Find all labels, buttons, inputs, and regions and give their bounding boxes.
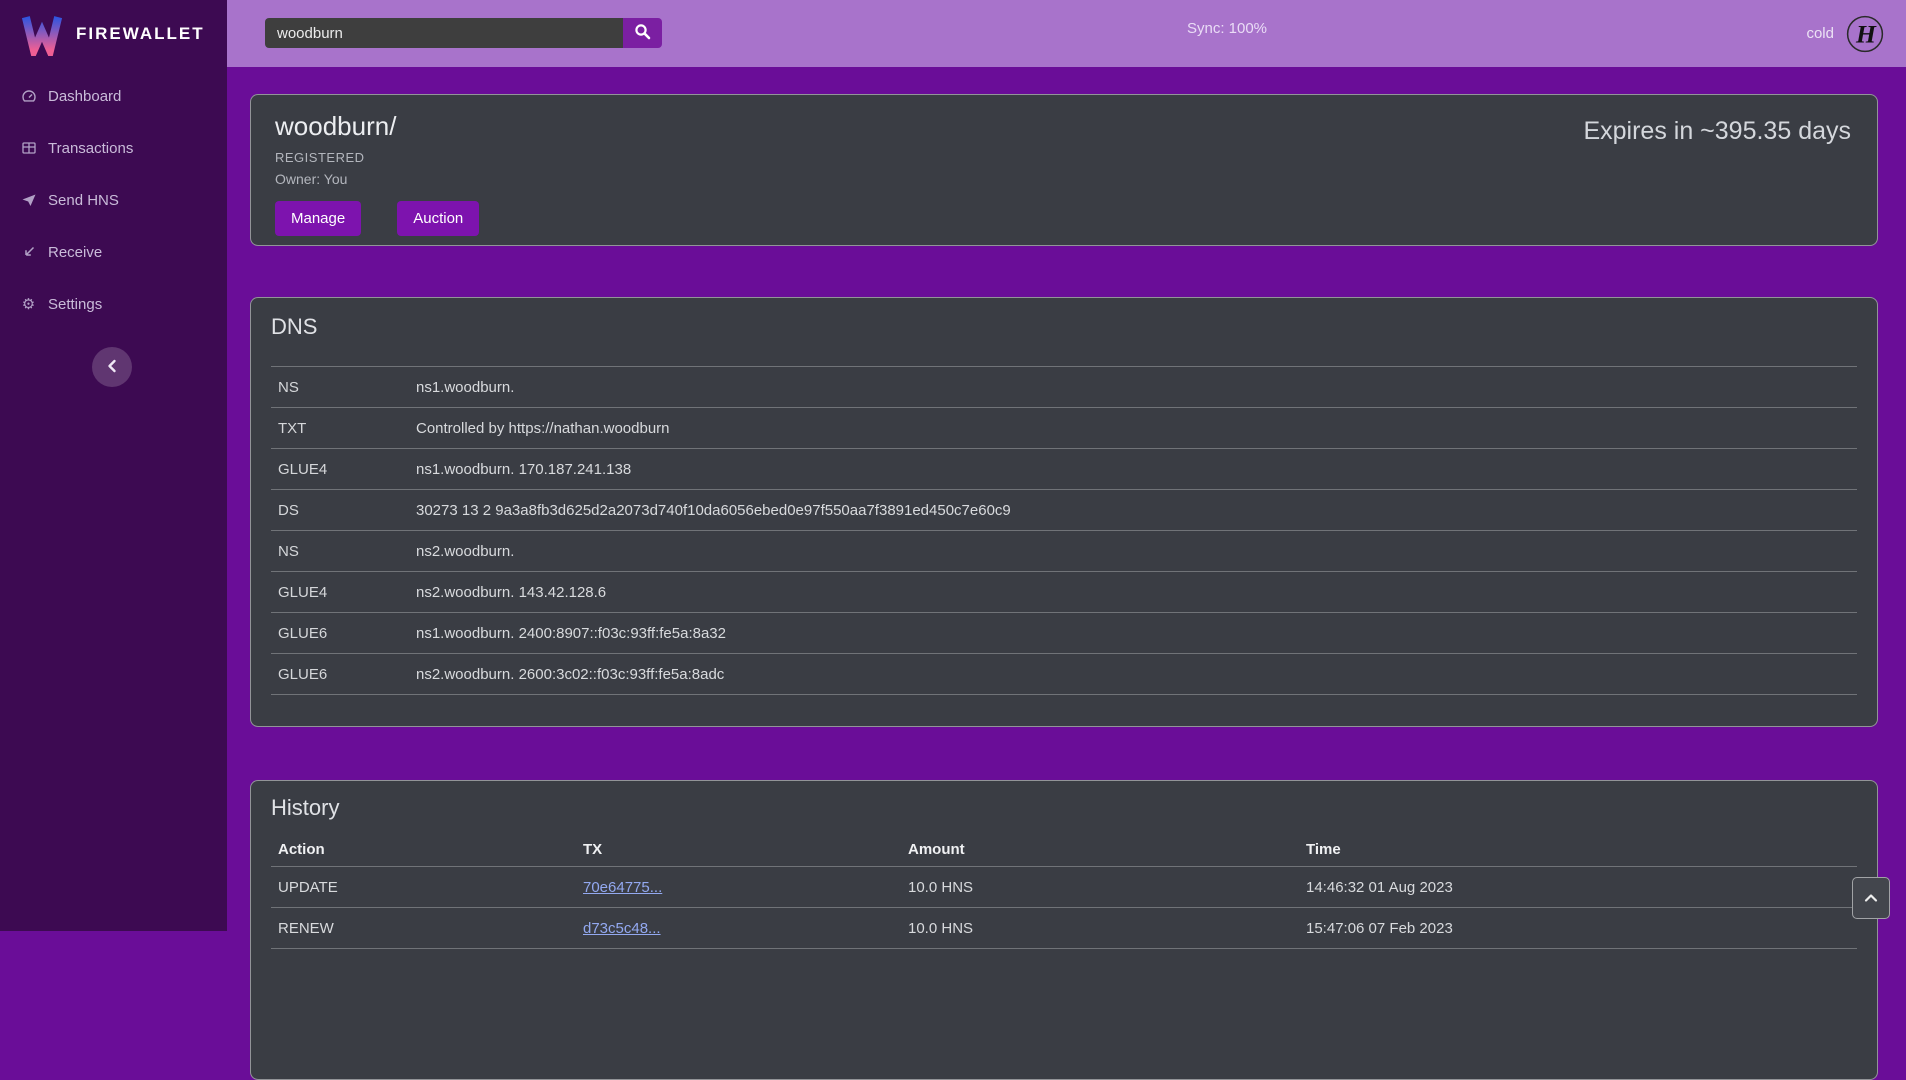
dns-record-type: NS [278,543,416,560]
chevron-left-icon [106,359,118,376]
sidebar-item-receive[interactable]: Receive [0,237,227,267]
svg-text:H: H [1855,19,1877,48]
dns-record-row: TXT Controlled by https://nathan.woodbur… [271,408,1857,449]
brand: FIREWALLET [0,0,227,67]
dns-record-type: GLUE4 [278,584,416,601]
dns-record-row: GLUE6 ns2.woodburn. 2600:3c02::f03c:93ff… [271,654,1857,695]
sidebar-item-label: Send HNS [48,192,119,209]
topbar: Sync: 100% cold H [227,0,1906,67]
history-col-action: Action [278,841,583,858]
tx-link[interactable]: d73c5c48... [583,920,661,937]
dns-record-value: ns1.woodburn. 170.187.241.138 [416,461,1857,478]
arrow-down-left-icon [20,244,37,261]
expires-label: Expires in ~395.35 days [1583,117,1851,146]
dns-table: NS ns1.woodburn. TXT Controlled by https… [271,366,1857,695]
history-row: RENEW d73c5c48... 10.0 HNS 15:47:06 07 F… [271,908,1857,949]
dns-record-row: NS ns2.woodburn. [271,531,1857,572]
sidebar-item-transactions[interactable]: Transactions [0,133,227,163]
wallet-name: cold [1806,25,1834,42]
history-table: Action TX Amount Time UPDATE 70e64775...… [271,833,1857,949]
manage-button[interactable]: Manage [275,201,361,236]
scroll-to-top-button[interactable] [1852,877,1890,919]
dns-record-row: GLUE4 ns2.woodburn. 143.42.128.6 [271,572,1857,613]
chevron-up-icon [1864,891,1878,906]
dns-record-type: NS [278,379,416,396]
dns-title: DNS [271,314,1857,340]
dns-record-row: GLUE6 ns1.woodburn. 2400:8907::f03c:93ff… [271,613,1857,654]
history-amount: 10.0 HNS [908,920,1306,937]
history-card: History Action TX Amount Time UPDATE 70e… [250,780,1878,1080]
history-time: 14:46:32 01 Aug 2023 [1306,879,1857,896]
dns-record-value: ns2.woodburn. 2600:3c02::f03c:93ff:fe5a:… [416,666,1857,683]
domain-owner: Owner: You [275,171,1853,187]
dns-record-value: 30273 13 2 9a3a8fb3d625d2a2073d740f10da6… [416,502,1857,519]
history-row: UPDATE 70e64775... 10.0 HNS 14:46:32 01 … [271,867,1857,908]
dns-record-type: TXT [278,420,416,437]
handshake-logo-icon: H [1846,15,1884,53]
paper-plane-icon [20,192,37,209]
sidebar-item-send-hns[interactable]: Send HNS [0,185,227,215]
sidebar-collapse-button[interactable] [92,347,132,387]
sidebar-item-settings[interactable]: ⚙ Settings [0,289,227,319]
dns-record-row: NS ns1.woodburn. [271,367,1857,408]
tx-link[interactable]: 70e64775... [583,879,662,896]
domain-card: woodburn/ REGISTERED Owner: You Manage A… [250,94,1878,246]
sync-status: Sync: 100% [1187,20,1267,37]
gear-icon: ⚙ [20,296,37,313]
history-action: UPDATE [278,879,583,896]
sidebar: FIREWALLET Dashboard Transactions Send H… [0,0,227,931]
dns-record-value: ns1.woodburn. 2400:8907::f03c:93ff:fe5a:… [416,625,1857,642]
sidebar-item-label: Receive [48,244,102,261]
dns-card: DNS NS ns1.woodburn. TXT Controlled by h… [250,297,1878,727]
history-time: 15:47:06 07 Feb 2023 [1306,920,1857,937]
firewallet-logo-icon [20,12,64,56]
dns-record-value: ns2.woodburn. [416,543,1857,560]
domain-status: REGISTERED [275,150,1853,165]
sidebar-item-label: Dashboard [48,88,121,105]
searchbox [265,18,662,48]
dns-record-type: DS [278,502,416,519]
search-icon [634,23,651,43]
dns-record-type: GLUE6 [278,666,416,683]
history-col-tx: TX [583,841,908,858]
main-content: woodburn/ REGISTERED Owner: You Manage A… [227,67,1906,931]
dns-record-row: GLUE4 ns1.woodburn. 170.187.241.138 [271,449,1857,490]
auction-button[interactable]: Auction [397,201,479,236]
dns-record-value: Controlled by https://nathan.woodburn [416,420,1857,437]
history-action: RENEW [278,920,583,937]
history-col-amount: Amount [908,841,1306,858]
dns-record-type: GLUE4 [278,461,416,478]
brand-name: FIREWALLET [76,24,205,44]
history-title: History [271,795,1857,821]
sidebar-item-label: Transactions [48,140,133,157]
dns-record-row: DS 30273 13 2 9a3a8fb3d625d2a2073d740f10… [271,490,1857,531]
history-header-row: Action TX Amount Time [271,833,1857,867]
table-icon [20,140,37,157]
wallet-area[interactable]: cold H [1806,0,1884,67]
sidebar-item-dashboard[interactable]: Dashboard [0,81,227,111]
dns-record-value: ns1.woodburn. [416,379,1857,396]
sidebar-item-label: Settings [48,296,102,313]
dns-record-type: GLUE6 [278,625,416,642]
dns-record-value: ns2.woodburn. 143.42.128.6 [416,584,1857,601]
search-button[interactable] [623,18,662,48]
gauge-icon [20,88,37,105]
history-col-time: Time [1306,841,1857,858]
history-amount: 10.0 HNS [908,879,1306,896]
search-input[interactable] [265,18,623,48]
sidebar-nav: Dashboard Transactions Send HNS Receive … [0,67,227,319]
